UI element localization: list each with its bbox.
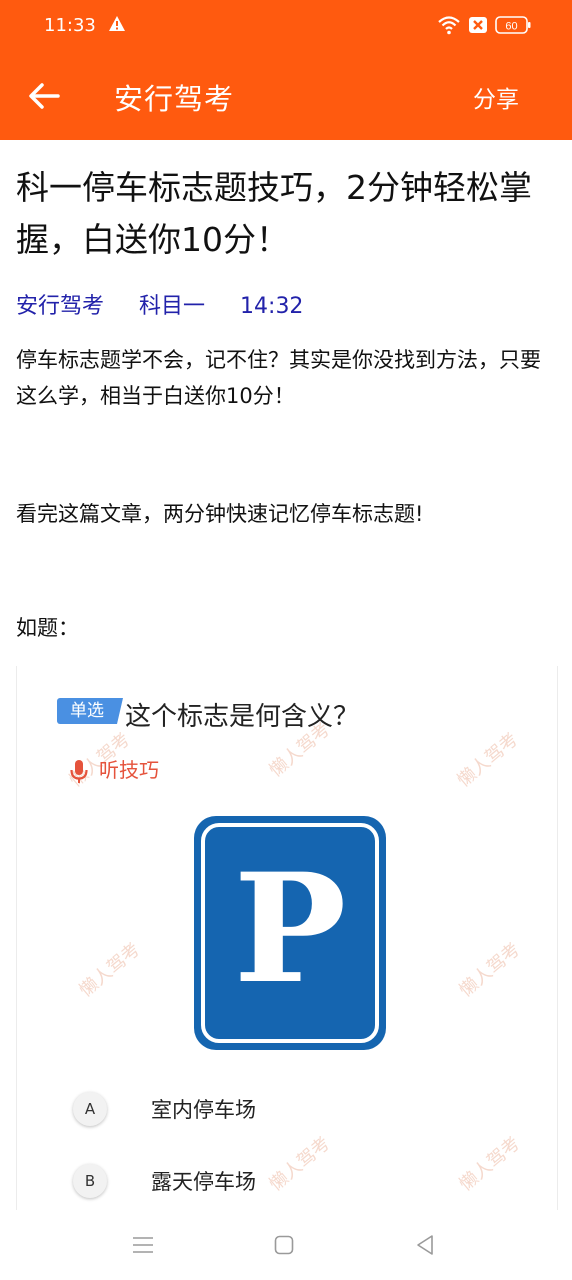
app-bar: 安行驾考 分享 <box>0 52 572 140</box>
article-meta: 安行驾考 科目一 14:32 <box>16 288 331 320</box>
watermark: 懒人驾考 <box>453 728 523 792</box>
microphone-icon <box>70 759 88 783</box>
question-card: 懒人驾考 懒人驾考 懒人驾考 懒人驾考 懒人驾考 懒人驾考 懒人驾考 单选 这个… <box>16 666 558 1210</box>
battery-level: 60 <box>505 21 517 33</box>
status-time: 11:33 <box>44 15 96 36</box>
sign-letter: P <box>234 841 347 1017</box>
option-text: 室内停车场 <box>151 1098 256 1122</box>
option-letter: A <box>73 1092 107 1126</box>
status-bar: 11:33 60 <box>0 0 572 52</box>
summary-paragraph: 看完这篇文章，两分钟快速记忆停车标志题! <box>16 502 424 526</box>
menu-icon[interactable] <box>132 1236 154 1254</box>
watermark: 懒人驾考 <box>455 1132 525 1196</box>
app-title: 安行驾考 <box>114 82 235 116</box>
system-nav-bar <box>0 1210 572 1280</box>
meta-source[interactable]: 安行驾考 <box>16 294 104 319</box>
question-type-badge: 单选 <box>57 698 117 724</box>
watermark: 懒人驾考 <box>455 938 525 1002</box>
back-arrow-icon[interactable] <box>22 74 66 118</box>
option-letter: B <box>73 1164 107 1198</box>
article-title: 科一停车标志题技巧，2分钟轻松掌握，白送你10分！ <box>16 168 532 259</box>
warning-icon <box>109 16 125 31</box>
wifi-icon <box>438 16 460 35</box>
question-text: 这个标志是何含义？ <box>125 702 360 732</box>
intro-paragraph: 停车标志题学不会，记不住？其实是你没找到方法，只要这么学，相当于白送你10分！ <box>16 348 541 408</box>
share-button[interactable]: 分享 <box>473 80 519 114</box>
listen-tip-button[interactable]: 听技巧 <box>69 754 159 785</box>
meta-time: 14:32 <box>240 294 304 319</box>
example-label: 如题： <box>16 616 79 640</box>
meta-category[interactable]: 科目一 <box>139 294 205 319</box>
parking-sign-icon: P <box>194 816 386 1050</box>
home-icon[interactable] <box>274 1235 294 1255</box>
listen-tip-label: 听技巧 <box>99 758 159 782</box>
option-text: 露天停车场 <box>151 1170 256 1194</box>
sim-icon <box>469 17 487 33</box>
watermark: 懒人驾考 <box>75 938 145 1002</box>
back-triangle-icon[interactable] <box>415 1234 435 1256</box>
watermark: 懒人驾考 <box>265 1132 335 1196</box>
battery-icon: 60 <box>495 16 531 34</box>
